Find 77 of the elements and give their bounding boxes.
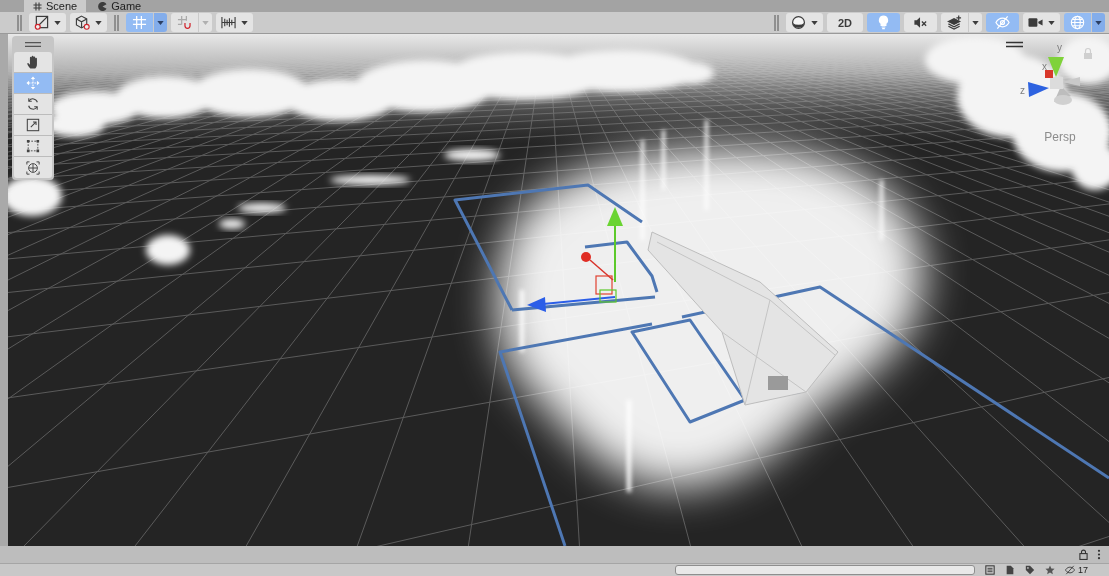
caret-icon xyxy=(1095,20,1102,25)
eye-slash-icon xyxy=(995,15,1010,30)
rect-tool-button[interactable] xyxy=(14,136,52,157)
hand-tool-button[interactable] xyxy=(14,52,52,73)
magnet-grid-icon xyxy=(177,15,192,30)
sphere-icon xyxy=(790,15,806,30)
move-gizmo[interactable] xyxy=(527,207,623,312)
tab[interactable]: Game xyxy=(89,0,151,12)
orientation-gizmo[interactable] xyxy=(1028,57,1080,105)
pacman-icon xyxy=(98,1,108,11)
caret-icon xyxy=(241,20,248,25)
caret-icon xyxy=(202,20,209,25)
caret-icon xyxy=(54,20,61,25)
scale-tool-button[interactable] xyxy=(14,115,52,136)
floor-plan-outline[interactable] xyxy=(453,183,1109,546)
grid-snap-toggle[interactable] xyxy=(126,13,153,32)
caret-icon xyxy=(810,20,818,25)
scene-viewport[interactable]: y x z Persp xyxy=(8,34,1109,546)
cloud xyxy=(146,235,190,265)
gizmos-toggle[interactable] xyxy=(1064,13,1091,32)
dropdown-arrow-button[interactable] xyxy=(154,13,167,32)
globe-icon xyxy=(1070,15,1085,30)
transform-tool-button[interactable] xyxy=(14,157,52,178)
grip-icon[interactable] xyxy=(773,14,779,31)
star-icon[interactable] xyxy=(1045,565,1055,575)
snap-settings-dropdown[interactable] xyxy=(216,13,253,32)
camera-dropdown[interactable] xyxy=(1023,13,1060,32)
cloud xyxy=(219,219,245,229)
draw-mode-icon xyxy=(34,15,49,30)
caret-icon xyxy=(972,20,979,25)
grid-icon xyxy=(132,15,147,30)
eye-slash-icon xyxy=(1065,565,1075,575)
type-filter-icon[interactable] xyxy=(985,565,995,575)
cube-icon xyxy=(75,15,90,30)
rotate-tool-button[interactable] xyxy=(14,94,52,115)
lightbulb-icon xyxy=(876,15,891,30)
grip-icon[interactable] xyxy=(114,14,119,31)
house-model[interactable] xyxy=(647,231,839,406)
search-field[interactable] xyxy=(675,565,975,575)
caret-icon xyxy=(1048,20,1055,25)
hidden-packages-button[interactable]: 17 xyxy=(1065,565,1088,575)
cloud xyxy=(238,203,286,213)
ruler-icon xyxy=(221,15,236,30)
effects-toggle[interactable] xyxy=(941,13,968,32)
garage-door xyxy=(768,376,788,390)
caret-icon xyxy=(157,20,164,25)
layers-plus-icon xyxy=(947,15,962,30)
hash-icon xyxy=(33,1,42,11)
dropdown-arrow-button[interactable] xyxy=(1092,13,1105,32)
hand-icon xyxy=(26,55,40,69)
gizmo-dropdown[interactable] xyxy=(70,13,107,32)
scale-icon xyxy=(26,118,40,132)
drag-handle-icon[interactable] xyxy=(25,42,41,47)
menu-icon[interactable] xyxy=(1005,41,1024,48)
axis-label: x xyxy=(1042,61,1047,72)
rect-icon xyxy=(26,139,40,153)
dropdown-arrow-button[interactable] xyxy=(969,13,982,32)
caret-icon xyxy=(95,20,102,25)
lighting-toggle[interactable] xyxy=(867,13,900,32)
tag-icon[interactable] xyxy=(1025,565,1035,575)
camera-icon xyxy=(1028,15,1043,30)
axis-label: y xyxy=(1057,42,1062,53)
more-options-icon[interactable] xyxy=(1097,549,1101,560)
move-arrows-icon xyxy=(26,76,40,90)
shading-mode-dropdown[interactable] xyxy=(785,13,823,32)
view-2d-toggle[interactable]: 2D xyxy=(826,13,863,32)
axis-label: z xyxy=(1020,85,1025,96)
audio-toggle[interactable] xyxy=(904,13,937,32)
transform-icon xyxy=(26,160,40,175)
draw-mode-dropdown[interactable] xyxy=(29,13,66,32)
rotate-icon xyxy=(26,97,40,111)
grip-icon[interactable] xyxy=(17,14,22,31)
tab[interactable]: Scene xyxy=(24,0,87,12)
visibility-toggle[interactable] xyxy=(986,13,1019,32)
lock-icon[interactable] xyxy=(1079,549,1088,560)
cloud xyxy=(444,149,500,161)
speaker-muted-icon xyxy=(913,15,928,30)
